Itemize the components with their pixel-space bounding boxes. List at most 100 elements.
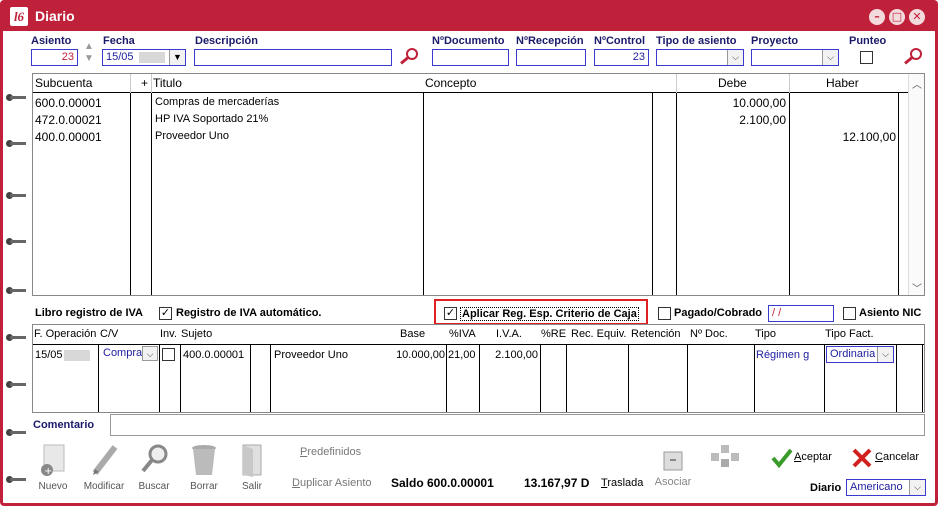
- col-inv: Inv.: [160, 328, 177, 340]
- iva-row-f-operacion[interactable]: 15/05: [35, 349, 90, 361]
- iva-row-inv-checkbox[interactable]: [162, 348, 175, 361]
- asiento-stepper[interactable]: ▲ ▼: [82, 41, 96, 67]
- col-concepto: Concepto: [425, 76, 477, 90]
- new-document-icon: +: [41, 444, 65, 477]
- chevron-down-icon[interactable]: ⌵: [727, 50, 743, 65]
- ncontrol-label: NºControl: [594, 35, 646, 47]
- scroll-up-icon[interactable]: ︿: [912, 76, 922, 91]
- diario-label: Diario: [810, 482, 842, 494]
- row1-debe[interactable]: 10.000,00: [678, 96, 786, 110]
- descripcion-field[interactable]: [194, 49, 392, 66]
- comentario-field[interactable]: [110, 414, 925, 436]
- entries-table: Subcuenta + Titulo Concepto Debe Haber 6…: [32, 73, 925, 296]
- exit-door-icon: [242, 444, 262, 477]
- borrar-button[interactable]: Borrar: [187, 443, 221, 492]
- network-icon[interactable]: [709, 443, 743, 471]
- iva-row-cv-select[interactable]: Compra ⌵: [100, 346, 158, 363]
- scroll-down-icon[interactable]: ﹀: [912, 280, 922, 295]
- criterio-caja-checkbox[interactable]: ✓: [444, 307, 457, 320]
- asiento-nic-checkbox[interactable]: [843, 307, 856, 320]
- registro-auto-checkbox[interactable]: ✓: [159, 307, 172, 320]
- ncontrol-field[interactable]: 23: [594, 49, 649, 66]
- asiento-field[interactable]: 23: [31, 49, 78, 66]
- tipo-asiento-select[interactable]: ⌵: [656, 49, 744, 66]
- row3-titulo: Proveedor Uno: [155, 130, 229, 142]
- nrecepcion-field[interactable]: [516, 49, 586, 66]
- row3-subcuenta[interactable]: 400.0.00001: [35, 130, 102, 144]
- col-iva: I.V.A.: [496, 328, 522, 340]
- col-cv: C/V: [100, 328, 119, 340]
- svg-text:+: +: [44, 466, 52, 477]
- predefinidos-button[interactable]: Predefinidos: [300, 446, 361, 458]
- pagado-date-field[interactable]: / /: [768, 305, 834, 322]
- row1-subcuenta[interactable]: 600.0.00001: [35, 96, 102, 110]
- col-haber: Haber: [826, 76, 859, 90]
- punteo-label: Punteo: [849, 35, 887, 47]
- iva-row-nombre: Proveedor Uno: [274, 349, 348, 361]
- maximize-icon[interactable]: □: [889, 9, 905, 25]
- salir-button[interactable]: Salir: [237, 443, 267, 492]
- chevron-down-icon[interactable]: ⌵: [909, 480, 925, 495]
- col-subcuenta: Subcuenta: [35, 76, 93, 90]
- fecha-field[interactable]: 15/05 ▼: [102, 49, 186, 66]
- criterio-caja-label[interactable]: Aplicar Reg. Esp. Criterio de Caja: [460, 307, 639, 321]
- binder-ring-icon: [6, 93, 26, 101]
- modificar-button[interactable]: Modificar: [83, 443, 125, 492]
- redacted-date: [139, 52, 165, 63]
- asiento-label: Asiento: [31, 35, 72, 47]
- row2-subcuenta[interactable]: 472.0.00021: [35, 113, 102, 127]
- ndocumento-field[interactable]: [432, 49, 509, 66]
- close-icon[interactable]: ✕: [909, 9, 925, 25]
- magnifier-icon: [141, 444, 168, 473]
- entries-scrollbar[interactable]: ︿ ﹀: [908, 74, 924, 295]
- proyecto-select[interactable]: ⌵: [751, 49, 839, 66]
- iva-row-tipo[interactable]: Régimen g: [756, 349, 822, 361]
- check-icon: [771, 448, 793, 469]
- asociar-button[interactable]: Asociar: [651, 448, 695, 488]
- minimize-icon[interactable]: –: [869, 9, 885, 25]
- iva-row-tipo-fact-select[interactable]: Ordinaria ⌵: [826, 346, 894, 363]
- search-descripcion-icon[interactable]: [398, 46, 420, 68]
- registro-auto-label: Registro de IVA automático.: [176, 307, 322, 319]
- fecha-label: Fecha: [103, 35, 135, 47]
- binder-ring-icon: [6, 139, 26, 147]
- proyecto-label: Proyecto: [751, 35, 799, 47]
- col-ndoc: Nº Doc.: [690, 328, 728, 340]
- punteo-checkbox[interactable]: [860, 51, 873, 64]
- binder-ring-icon: [6, 475, 26, 483]
- iva-row-date: 15/05: [35, 349, 63, 361]
- pencil-icon: [92, 445, 118, 475]
- nuevo-button[interactable]: + Nuevo: [36, 443, 70, 492]
- duplicar-asiento-button[interactable]: Duplicar Asiento: [292, 477, 372, 489]
- col-f-operacion: F. Operación: [34, 328, 97, 340]
- col-base: Base: [400, 328, 426, 340]
- chevron-down-icon[interactable]: ⌵: [877, 347, 893, 362]
- chevron-down-icon[interactable]: ⌵: [142, 346, 158, 361]
- search-icon[interactable]: [902, 46, 924, 68]
- binder-ring-icon: [6, 333, 26, 341]
- col-tipo: Tipo: [755, 328, 776, 340]
- row3-haber[interactable]: 12.100,00: [791, 130, 896, 144]
- chevron-down-icon[interactable]: ⌵: [822, 50, 838, 65]
- binder-ring-icon: [6, 380, 26, 388]
- iva-row-iva[interactable]: 2.100,00: [481, 349, 538, 361]
- app-logo-icon: l6: [10, 7, 28, 26]
- diario-select[interactable]: Americano ⌵: [846, 479, 926, 496]
- iva-row-piva[interactable]: 21,00: [448, 349, 476, 361]
- pagado-label: Pagado/Cobrado: [674, 307, 763, 319]
- row2-debe[interactable]: 2.100,00: [678, 113, 786, 127]
- traslada-button[interactable]: Traslada: [601, 477, 643, 489]
- trash-icon: [192, 445, 216, 475]
- saldo-label: Saldo 600.0.00001: [391, 476, 494, 490]
- row2-titulo: HP IVA Soportado 21%: [155, 113, 269, 125]
- iva-row-base[interactable]: 10.000,00: [373, 349, 445, 361]
- buscar-button[interactable]: Buscar: [136, 443, 172, 492]
- pagado-checkbox[interactable]: [658, 307, 671, 320]
- title-bar[interactable]: l6 Diario – □ ✕: [3, 3, 935, 31]
- row1-titulo: Compras de mercaderías: [155, 96, 280, 108]
- iva-row-sujeto[interactable]: 400.0.00001: [183, 349, 244, 361]
- asiento-nic-label: Asiento NIC: [859, 307, 922, 319]
- binder-ring-icon: [6, 191, 26, 199]
- calendar-dropdown-icon[interactable]: ▼: [169, 50, 185, 65]
- redacted-date: [63, 349, 90, 361]
